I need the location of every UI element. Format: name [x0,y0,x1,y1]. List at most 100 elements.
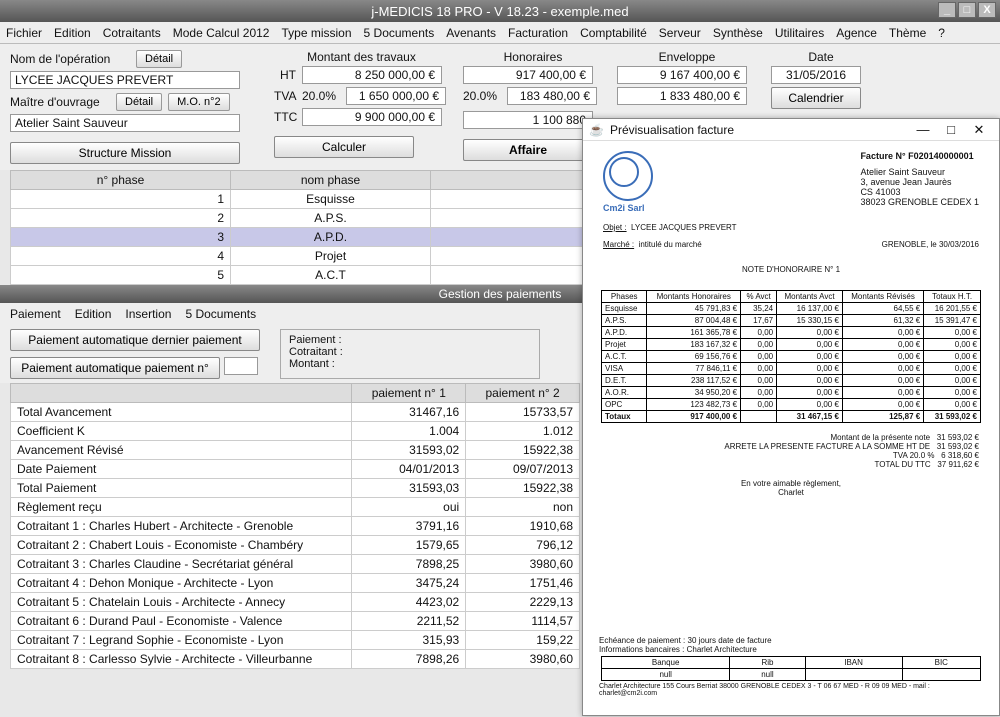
operation-name-label: Nom de l'opération [10,52,130,66]
operation-detail-button[interactable]: Détail [136,50,182,68]
payment-row[interactable]: Cotraitant 4 : Dehon Monique - Architect… [11,574,580,593]
mo-field[interactable]: Atelier Saint Sauveur [10,114,240,132]
payment-row[interactable]: Total Paiement31593,0315922,38 [11,479,580,498]
window-titlebar: j-MEDICIS 18 PRO - V 18.23 - exemple.med… [0,0,1000,22]
menu-avenants[interactable]: Avenants [446,26,496,40]
hono-ht: 917 400,00 € [463,66,593,84]
close-button[interactable]: X [978,2,996,18]
invoice-place-date: GRENOBLE, le 30/03/2016 [882,240,979,249]
echeance: Echéance de paiement : 30 jours date de … [599,636,983,645]
company-logo-icon [603,151,653,201]
paymenu-insertion[interactable]: Insertion [125,307,171,321]
env-tva: 1 833 480,00 € [617,87,747,105]
phase-col-name: nom phase [231,171,431,190]
menu-utilitaires[interactable]: Utilitaires [775,26,824,40]
invoice-preview-window: ☕ Prévisualisation facture — □ ✕ Cm2i Sa… [582,118,1000,716]
travaux-tva: 1 650 000,00 € [346,87,446,105]
note-title: NOTE D'HONORAIRE N° 1 [603,265,979,274]
objet-value: LYCEE JACQUES PREVERT [631,223,737,232]
signature-line1: En votre aimable règlement, [583,479,999,488]
bank-table: BanqueRibIBANBICnullnull [601,656,981,681]
window-title: j-MEDICIS 18 PRO - V 18.23 - exemple.med [371,4,628,19]
mo-label: Maître d'ouvrage [10,95,110,109]
phase-col-num: n° phase [11,171,231,190]
menu-comptabilit-[interactable]: Comptabilité [580,26,647,40]
payment-row[interactable]: Cotraitant 7 : Legrand Sophie - Economis… [11,631,580,650]
calendrier-button[interactable]: Calendrier [771,87,861,109]
company-name: Cm2i Sarl [603,203,693,213]
preview-maximize-button[interactable]: □ [937,122,965,137]
facture-label: Facture N° [860,151,905,161]
auto-last-payment-button[interactable]: Paiement automatique dernier paiement [10,329,260,351]
paybox-montant: Montant : [289,358,531,370]
paymenu-paiement[interactable]: Paiement [10,307,61,321]
facture-number: F020140000001 [908,151,974,161]
hono-tva: 183 480,00 € [507,87,597,105]
marche-label: Marché : [603,240,634,249]
payment-row[interactable]: Coefficient K1.0041.012 [11,422,580,441]
menubar: Fichier Edition Cotraitants Mode Calcul 201… [0,22,1000,44]
mo-n2-button[interactable]: M.O. n°2 [168,93,230,111]
marche-value: intitulé du marché [639,240,702,249]
invoice-table: PhasesMontants Honoraires% AvctMontants … [601,290,981,423]
menu-fichier[interactable]: Fichier [6,26,42,40]
payment-row[interactable]: Cotraitant 2 : Chabert Louis - Economist… [11,536,580,555]
signature-line2: Charlet [583,488,999,497]
calculer-button[interactable]: Calculer [274,136,414,158]
payment-row[interactable]: Cotraitant 5 : Chatelain Louis - Archite… [11,593,580,612]
preview-close-button[interactable]: ✕ [965,122,993,138]
tva-label: TVA [274,89,296,103]
payment-row[interactable]: Date Paiement04/01/201309/07/2013 [11,460,580,479]
preview-title: Prévisualisation facture [610,123,734,137]
hono-ttc: 1 100 880 [463,111,593,129]
minimize-button[interactable]: _ [938,2,956,18]
menu-edition[interactable]: Edition [54,26,91,40]
java-icon: ☕ [589,123,604,137]
menu-synth-se[interactable]: Synthèse [713,26,763,40]
travaux-tva-rate: 20.0% [302,89,340,103]
payment-row[interactable]: Cotraitant 3 : Charles Claudine - Secrét… [11,555,580,574]
structure-mission-button[interactable]: Structure Mission [10,142,240,164]
affaire-button[interactable]: Affaire [463,139,593,161]
date-field[interactable]: 31/05/2016 [771,66,861,84]
invoice-address: Atelier Saint Sauveur3, avenue Jean Jaur… [860,167,979,207]
bank-info-label: Informations bancaires : Charlet Archite… [599,645,983,654]
payment-row[interactable]: Règlement reçuouinon [11,498,580,517]
payment-row[interactable]: Total Avancement31467,1615733,57 [11,403,580,422]
hono-rate: 20.0% [463,89,501,103]
objet-label: Objet : [603,223,627,232]
menu-th-me[interactable]: Thème [889,26,926,40]
payments-table[interactable]: paiement n° 1paiement n° 2 Total Avancem… [10,383,580,669]
payment-row[interactable]: Cotraitant 1 : Charles Hubert - Architec… [11,517,580,536]
payment-n-input[interactable] [224,357,258,375]
ttc-label: TTC [274,110,296,124]
paybox-cotraitant: Cotraitant : [289,346,531,358]
env-title: Enveloppe [617,50,757,64]
operation-name-field[interactable]: LYCEE JACQUES PREVERT [10,71,240,89]
invoice-footer: Charlet Architecture 155 Cours Berriat 3… [599,683,983,697]
ht-label: HT [274,68,296,82]
mo-detail-button[interactable]: Détail [116,93,162,111]
payment-row[interactable]: Avancement Révisé31593,0215922,38 [11,441,580,460]
payment-row[interactable]: Cotraitant 8 : Carlesso Sylvie - Archite… [11,650,580,669]
menu-5-documents[interactable]: 5 Documents [364,26,435,40]
menu-serveur[interactable]: Serveur [659,26,701,40]
preview-minimize-button[interactable]: — [909,122,937,137]
auto-payment-n-button[interactable]: Paiement automatique paiement n° [10,357,220,379]
travaux-title: Montant des travaux [274,50,449,64]
paymenu-edition[interactable]: Edition [75,307,112,321]
menu-cotraitants[interactable]: Cotraitants [103,26,161,40]
menu-agence[interactable]: Agence [836,26,877,40]
menu-mode-calcul-2012[interactable]: Mode Calcul 2012 [173,26,270,40]
menu-facturation[interactable]: Facturation [508,26,568,40]
hono-title: Honoraires [463,50,603,64]
env-ht: 9 167 400,00 € [617,66,747,84]
date-title: Date [771,50,871,64]
travaux-ttc: 9 900 000,00 € [302,108,442,126]
maximize-button[interactable]: □ [958,2,976,18]
payment-row[interactable]: Cotraitant 6 : Durand Paul - Economiste … [11,612,580,631]
paymenu-5 documents[interactable]: 5 Documents [185,307,256,321]
menu--[interactable]: ? [938,26,945,40]
paybox-paiement: Paiement : [289,334,531,346]
menu-type-mission[interactable]: Type mission [281,26,351,40]
